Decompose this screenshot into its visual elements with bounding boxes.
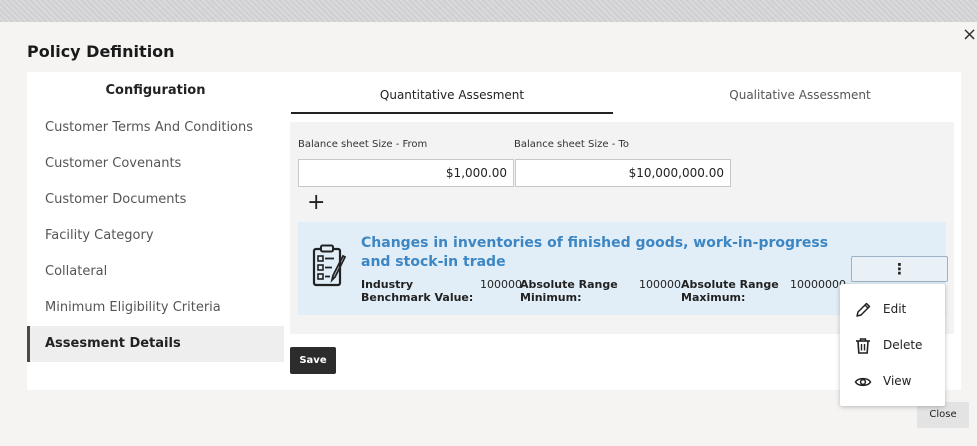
balance-from-label: Balance sheet Size - From <box>298 139 428 150</box>
balance-from-input[interactable]: $1,000.00 <box>298 159 514 187</box>
tab-quantitative-assesment[interactable]: Quantitative Assesment <box>291 72 613 114</box>
industry-label-line1: Industry <box>361 278 414 291</box>
sidebar-item-facility-category[interactable]: Facility Category <box>27 218 284 254</box>
menu-item-label: View <box>883 374 912 388</box>
sidebar-item-collateral[interactable]: Collateral <box>27 254 284 290</box>
balance-to-input[interactable]: $10,000,000.00 <box>515 159 731 187</box>
sidebar-item-customer-documents[interactable]: Customer Documents <box>27 182 284 218</box>
max-value: 10000000 <box>790 278 846 291</box>
min-label-line2: Minimum: <box>520 291 582 304</box>
min-label-line1: Absolute Range <box>520 278 618 291</box>
menu-item-label: Delete <box>883 338 923 352</box>
card-title: Changes in inventories of finished goods… <box>361 235 829 270</box>
eye-icon <box>854 377 872 387</box>
assessment-tabs: Quantitative Assesment Qualitative Asses… <box>284 72 961 114</box>
sidebar-item-assesment-details[interactable]: Assesment Details <box>27 326 284 362</box>
sidebar-item-customer-covenants[interactable]: Customer Covenants <box>27 146 284 182</box>
close-icon[interactable]: × <box>962 24 977 45</box>
checklist-icon <box>312 244 347 287</box>
trash-icon <box>856 338 870 354</box>
sidebar-item-minimum-eligibility[interactable]: Minimum Eligibility Criteria <box>27 290 284 326</box>
tab-qualitative-assessment[interactable]: Qualitative Assessment <box>639 72 961 114</box>
card-actions-menu: Edit Delete View <box>840 284 945 406</box>
dialog-title: Policy Definition <box>27 42 175 61</box>
more-actions-button[interactable]: ⋮ <box>851 256 948 282</box>
max-label-line1: Absolute Range <box>681 278 779 291</box>
industry-label-line2: Benchmark Value: <box>361 291 474 304</box>
background-overlay <box>0 0 977 22</box>
menu-item-edit[interactable]: Edit <box>840 292 945 328</box>
max-label-line2: Maximum: <box>681 291 746 304</box>
min-value: 100000 <box>639 278 681 291</box>
menu-item-delete[interactable]: Delete <box>840 328 945 364</box>
menu-item-label: Edit <box>883 302 907 316</box>
menu-item-view[interactable]: View <box>840 364 945 400</box>
industry-value: 100000 <box>480 278 522 291</box>
save-button[interactable]: Save <box>290 347 336 374</box>
policy-definition-dialog: Policy Definition × Configuration Custom… <box>0 22 977 446</box>
sidebar-item-customer-terms[interactable]: Customer Terms And Conditions <box>27 110 284 146</box>
configuration-sidebar: Configuration Customer Terms And Conditi… <box>27 72 284 390</box>
balance-to-label: Balance sheet Size - To <box>514 139 630 150</box>
sidebar-header: Configuration <box>105 83 206 98</box>
pencil-icon <box>856 302 871 317</box>
add-range-button[interactable]: + <box>307 192 325 214</box>
